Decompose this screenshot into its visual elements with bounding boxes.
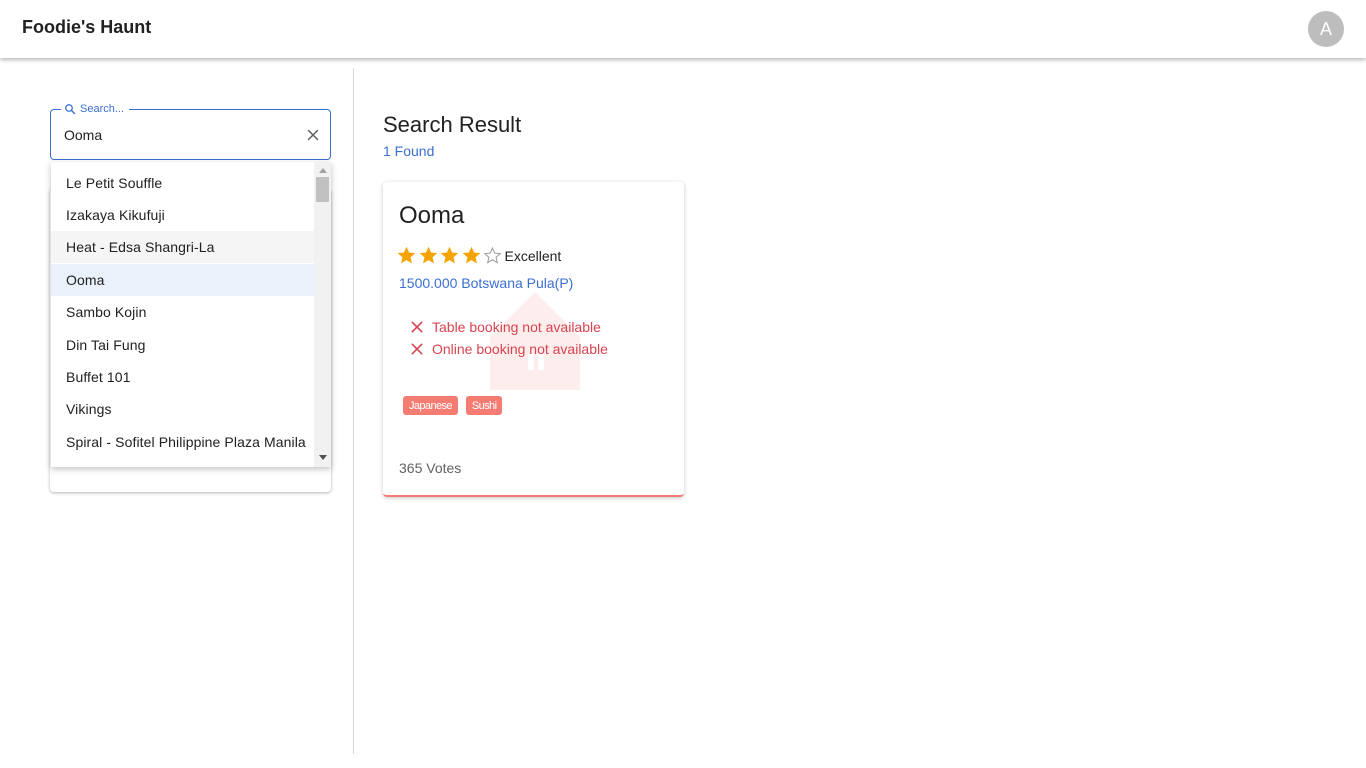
app-bar: Foodie's Haunt A (0, 0, 1366, 58)
search-icon (65, 104, 76, 115)
sidebar-divider (353, 68, 354, 754)
app-title[interactable]: Foodie's Haunt (22, 17, 151, 38)
suggestion-item[interactable]: Heat - Edsa Shangri-La (51, 231, 314, 263)
votes-count: 365 Votes (399, 460, 462, 476)
scroll-down-arrow-icon[interactable] (314, 451, 331, 463)
search-label-text: Search... (80, 103, 125, 115)
price: 1500.000 Botswana Pula(P) (399, 275, 574, 291)
star-empty-icon (483, 246, 502, 264)
close-icon (411, 321, 423, 333)
search-input[interactable] (64, 124, 294, 146)
rating: Excellent (396, 245, 561, 266)
dropdown-scrollbar[interactable] (314, 162, 331, 467)
suggestion-item[interactable]: Izakaya Kikufuji (51, 199, 314, 231)
search-field[interactable]: Search... (50, 102, 331, 160)
scrollbar-thumb[interactable] (316, 177, 329, 202)
online-booking-status: Online booking not available (409, 340, 608, 358)
suggestion-item[interactable]: Sambo Kojin (51, 296, 314, 328)
online-booking-text: Online booking not available (432, 341, 608, 357)
clear-search-button[interactable] (304, 126, 322, 144)
star-filled-icon (397, 246, 416, 264)
restaurant-name[interactable]: Ooma (399, 202, 464, 230)
suggestion-item[interactable]: Vikings (51, 393, 314, 425)
search-suggestions[interactable]: Le Petit Souffle Izakaya Kikufuji Heat -… (51, 162, 331, 467)
suggestion-item[interactable]: Le Petit Souffle (51, 167, 314, 199)
suggestion-item[interactable]: Ooma (51, 264, 314, 296)
scroll-up-arrow-icon[interactable] (314, 164, 331, 176)
restaurant-card[interactable]: Ooma Excellent 1500.000 Botswana Pula(P)… (383, 182, 684, 497)
results-count: 1 Found (383, 143, 435, 159)
rating-text: Excellent (504, 247, 562, 264)
table-booking-status: Table booking not available (409, 318, 601, 336)
star-filled-icon (440, 246, 459, 264)
cuisine-tag[interactable]: Japanese (403, 396, 458, 415)
results-title: Search Result (383, 112, 522, 137)
search-label: Search... (61, 102, 130, 116)
table-booking-text: Table booking not available (432, 319, 601, 335)
cuisine-tag[interactable]: Sushi (465, 396, 503, 415)
suggestion-item[interactable]: Spiral - Sofitel Philippine Plaza Manila (51, 425, 314, 465)
suggestion-item[interactable]: Buffet 101 (51, 361, 314, 393)
close-icon (307, 129, 319, 141)
user-avatar[interactable]: A (1308, 11, 1344, 47)
cuisine-tags: Japanese Sushi (403, 396, 503, 415)
star-filled-icon (462, 246, 480, 264)
close-icon (411, 343, 423, 355)
star-filled-icon (419, 246, 437, 264)
suggestion-item[interactable]: Din Tai Fung (51, 329, 314, 361)
